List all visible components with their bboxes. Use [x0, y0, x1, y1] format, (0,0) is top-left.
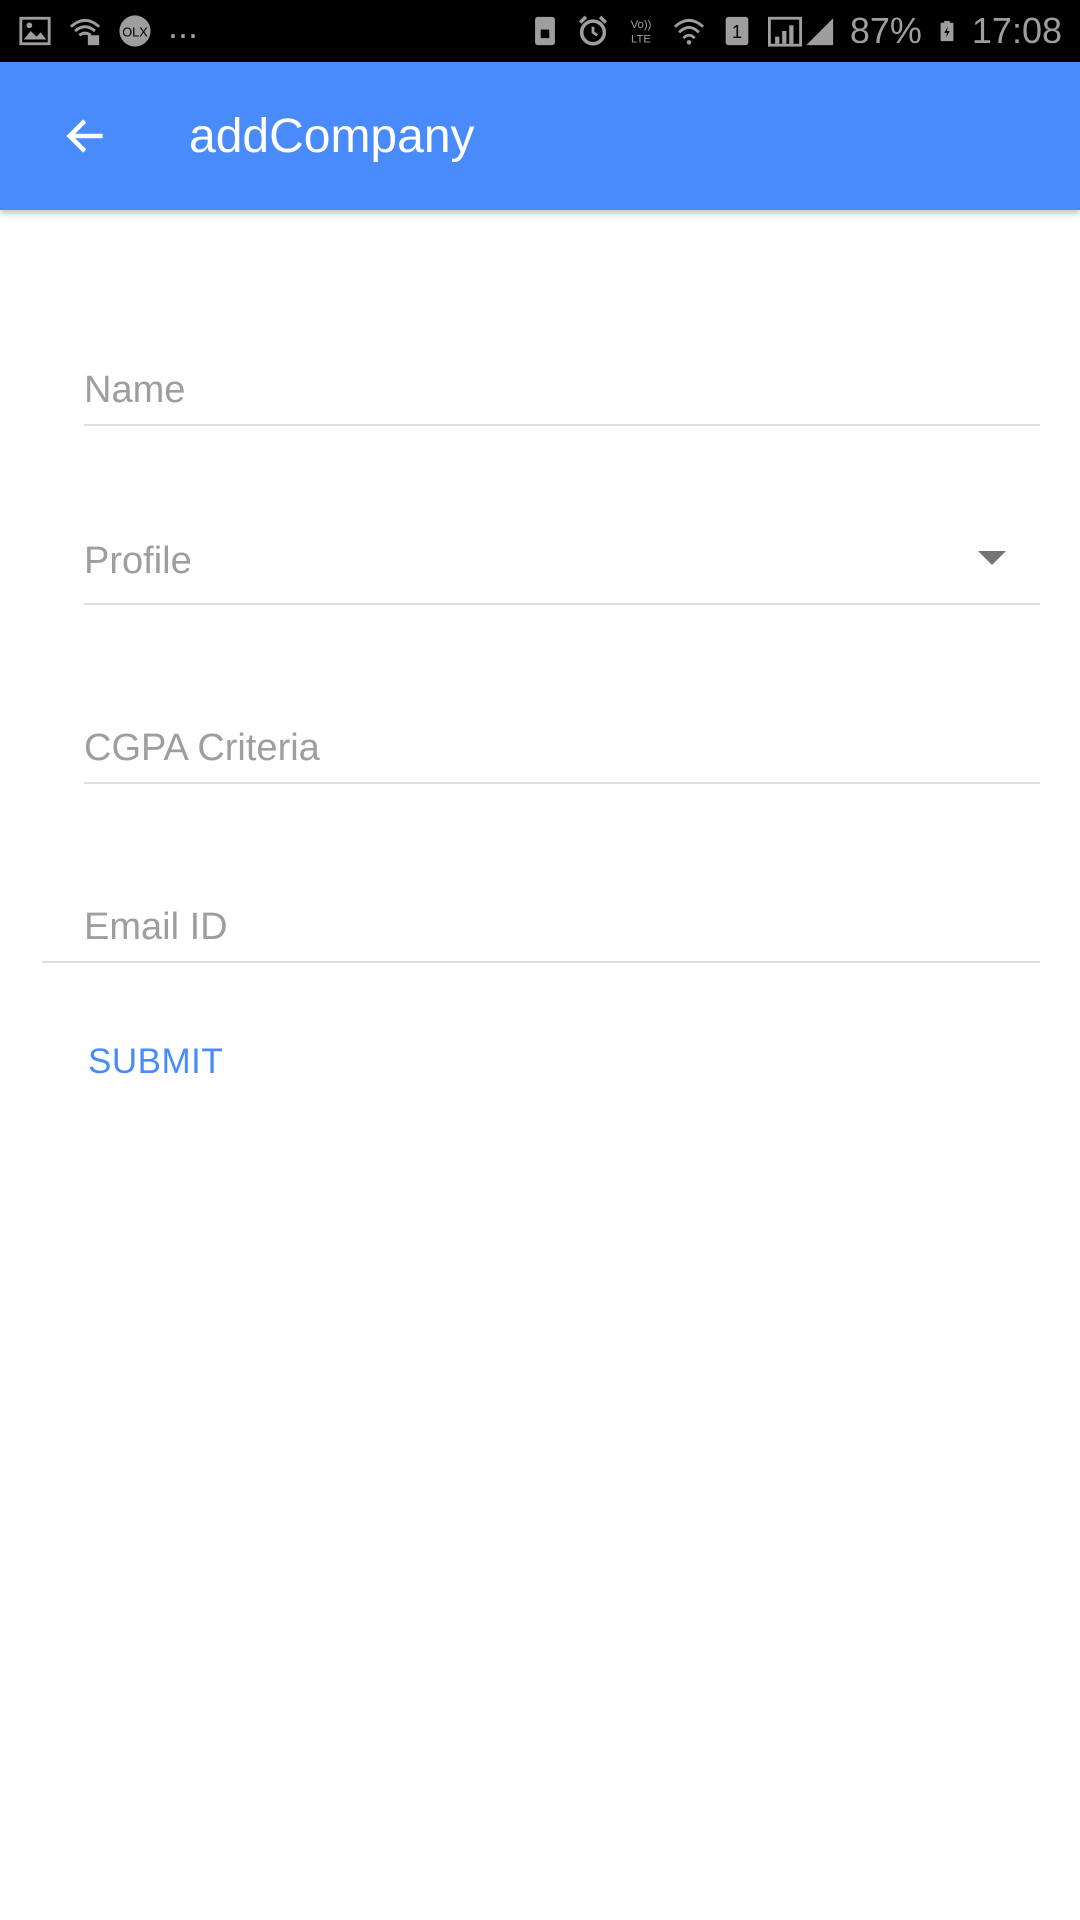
battery-charging-icon [940, 20, 954, 42]
status-bar-right: Vo)) LTE 1 87% 17:08 [528, 0, 1062, 62]
lock-icon [534, 16, 555, 46]
svg-text:LTE: LTE [631, 33, 651, 45]
olx-icon: OLX [119, 15, 151, 47]
name-input[interactable] [84, 369, 1040, 412]
alarm-icon [578, 15, 607, 46]
status-bar-left: OLX ... [18, 0, 198, 62]
clock: 17:08 [971, 10, 1062, 51]
email-id-input[interactable] [84, 906, 1040, 949]
svg-text:Vo)): Vo)) [630, 19, 651, 31]
wifi-lock-icon [69, 18, 101, 46]
status-bar: OLX ... Vo)) LTE 1 87% 17:08 [0, 0, 1080, 62]
name-field-container [84, 346, 1040, 426]
profile-label: Profile [84, 540, 192, 582]
sim-number: 1 [732, 21, 742, 42]
signal-icon [767, 16, 834, 47]
wifi-icon [673, 18, 704, 45]
sim-icon: 1 [725, 16, 749, 46]
svg-text:OLX: OLX [122, 25, 148, 40]
back-arrow-icon [66, 119, 103, 153]
volte-icon: Vo)) LTE [630, 19, 651, 45]
email-field-container [42, 883, 1040, 963]
dropdown-arrow-icon [978, 551, 1006, 565]
gallery-icon [19, 16, 51, 46]
cgpa-field-container [84, 704, 1040, 784]
back-button[interactable] [40, 96, 130, 176]
overflow-dots: ... [168, 5, 199, 46]
cgpa-criteria-input[interactable] [84, 727, 1040, 770]
app-bar: addCompany [0, 62, 1080, 210]
profile-dropdown[interactable]: Profile [84, 525, 1040, 605]
page-title: addCompany [189, 109, 475, 163]
battery-percent: 87% [849, 10, 922, 51]
submit-button[interactable]: SUBMIT [78, 1030, 233, 1094]
